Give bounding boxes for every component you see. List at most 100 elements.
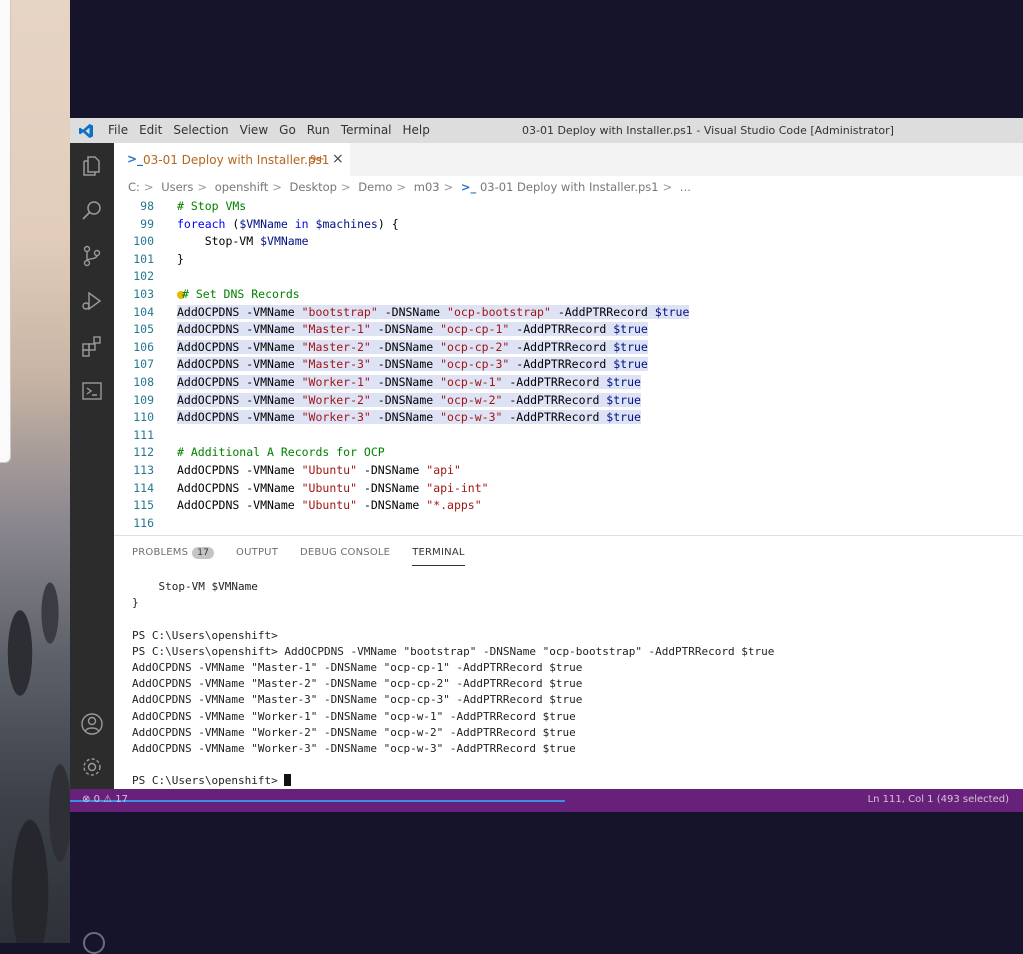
vscode-window: File Edit Selection View Go Run Terminal… [70, 118, 1023, 812]
code-line[interactable]: 112 # Additional A Records for OCP [114, 445, 1023, 463]
code-line[interactable]: 107 AddOCPDNS -VMName "Master-3" -DNSName… [114, 357, 1023, 375]
line-text: Stop-VM $VMName [177, 234, 309, 249]
terminal-line: } [132, 596, 139, 610]
panel-tabs: PROBLEMS 17 OUTPUT DEBUG CONSOLE TERMINAL [132, 547, 487, 566]
title-bar: File Edit Selection View Go Run Terminal… [70, 118, 1023, 143]
powershell-icon: >_ [127, 152, 144, 166]
terminal-line: AddOCPDNS -VMName "Master-3" -DNSName "o… [132, 693, 583, 707]
error-count: 0 [93, 794, 100, 805]
code-editor[interactable]: 98 # Stop VMs 99 foreach ($VMName in $machi… [114, 199, 1023, 549]
editor-tabs: >_ 03-01 Deploy with Installer.ps1 9+ × [114, 143, 1023, 176]
vscode-logo-icon [79, 124, 93, 138]
progress-bar [70, 800, 565, 802]
tab-output[interactable]: OUTPUT [236, 547, 278, 559]
tab-terminal[interactable]: TERMINAL [412, 547, 466, 566]
line-text: AddOCPDNS -VMName "bootstrap" -DNSName "… [177, 304, 690, 319]
settings-gear-icon[interactable] [80, 755, 104, 779]
breadcrumb-item[interactable]: openshift [215, 180, 269, 194]
line-number: 105 [133, 322, 154, 337]
run-debug-icon[interactable] [80, 289, 104, 313]
line-text: foreach ($VMName in $machines) { [177, 216, 399, 231]
code-line[interactable]: 99 foreach ($VMName in $machines) { [114, 217, 1023, 235]
explorer-icon[interactable] [80, 154, 104, 178]
terminal-line: PS C:\Users\openshift> AddOCPDNS -VMName… [132, 644, 775, 658]
code-line[interactable]: 114 AddOCPDNS -VMName "Ubuntu" -DNSName "… [114, 481, 1023, 499]
menu-selection[interactable]: Selection [173, 123, 228, 137]
line-text: AddOCPDNS -VMName "Ubuntu" -DNSName "*.a… [177, 498, 482, 513]
line-text: AddOCPDNS -VMName "Worker-3" -DNSName "o… [177, 410, 641, 425]
menu-file[interactable]: File [108, 123, 128, 137]
code-line[interactable]: 108 AddOCPDNS -VMName "Worker-1" -DNSName… [114, 375, 1023, 393]
warning-icon: ⚠ [103, 794, 113, 805]
cursor-position[interactable]: Ln 111, Col 1 (493 selected) [868, 794, 1009, 805]
code-line[interactable]: 109 AddOCPDNS -VMName "Worker-2" -DNSName… [114, 392, 1023, 411]
terminal-line: AddOCPDNS -VMName "Master-1" -DNSName "o… [132, 661, 583, 674]
window-title: 03-01 Deploy with Installer.ps1 - Visual… [522, 124, 894, 137]
close-icon[interactable]: × [332, 151, 344, 167]
breadcrumb-item[interactable]: C: [128, 180, 140, 194]
tab-label: 03-01 Deploy with Installer.ps1 [143, 153, 330, 167]
code-line[interactable]: 111 [114, 428, 1023, 446]
line-number: 104 [133, 304, 154, 319]
problems-status[interactable]: ⊗ 0 ⚠ 17 [82, 794, 128, 805]
code-line[interactable]: 100 Stop-VM $VMName [114, 234, 1023, 252]
menu-run[interactable]: Run [307, 123, 330, 137]
tab-deploy-script[interactable]: >_ 03-01 Deploy with Installer.ps1 9+ × [114, 143, 350, 176]
breadcrumb-item[interactable]: m03 [414, 180, 440, 194]
line-number: 108 [133, 375, 154, 389]
line-text: AddOCPDNS -VMName "Worker-2" -DNSName "o… [177, 392, 641, 407]
tab-problems-badge: 9+ [310, 154, 325, 165]
line-number: 110 [133, 410, 154, 425]
tab-problems[interactable]: PROBLEMS 17 [132, 547, 215, 559]
powershell-icon[interactable] [80, 379, 104, 403]
menu-help[interactable]: Help [403, 123, 430, 137]
code-line[interactable]: 105 AddOCPDNS -VMName "Master-1" -DNSName… [114, 322, 1023, 340]
code-line[interactable]: 110 AddOCPDNS -VMName "Worker-3" -DNSName… [114, 410, 1023, 428]
line-text: AddOCPDNS -VMName "Master-2" -DNSName "o… [177, 339, 648, 354]
code-line[interactable]: 101} [114, 252, 1023, 270]
code-line[interactable]: 102 [114, 269, 1023, 287]
breadcrumb-item[interactable]: Users [161, 180, 193, 194]
line-text: AddOCPDNS -VMName "Ubuntu" -DNSName "api… [177, 480, 489, 495]
terminal-line: AddOCPDNS -VMName "Worker-2" -DNSName "o… [132, 725, 576, 739]
breadcrumb-item[interactable]: 03-01 Deploy with Installer.ps1 [480, 180, 659, 194]
terminal-line: PS C:\Users\openshift> [132, 628, 278, 642]
code-line[interactable]: 113 AddOCPDNS -VMName "Ubuntu" -DNSName "… [114, 463, 1023, 481]
terminal-line: Stop-VM $VMName [132, 580, 258, 593]
menu-view[interactable]: View [240, 123, 268, 137]
terminal-line: AddOCPDNS -VMName "Worker-3" -DNSName "o… [132, 742, 576, 755]
warning-count: 17 [115, 794, 129, 805]
tab-debug-console[interactable]: DEBUG CONSOLE [300, 547, 390, 559]
code-line[interactable]: 104 AddOCPDNS -VMName "bootstrap" -DNSNam… [114, 304, 1023, 323]
code-line[interactable]: 98 # Stop VMs [114, 199, 1023, 217]
code-line[interactable]: 106 AddOCPDNS -VMName "Master-2" -DNSName… [114, 339, 1023, 358]
line-number: 111 [133, 427, 154, 442]
menu-terminal[interactable]: Terminal [341, 123, 392, 137]
problems-count-badge: 17 [192, 547, 215, 559]
line-number: 98 [140, 199, 154, 213]
line-text: AddOCPDNS -VMName "Worker-1" -DNSName "o… [177, 375, 641, 389]
code-line[interactable]: 103 # Set DNS Records [114, 287, 1023, 305]
line-number: 114 [133, 480, 154, 495]
menu-go[interactable]: Go [279, 123, 296, 137]
code-line[interactable]: 115 AddOCPDNS -VMName "Ubuntu" -DNSName "… [114, 498, 1023, 516]
terminal-line: PS C:\Users\openshift> [132, 774, 292, 790]
breadcrumb: C: > Users > openshift > Desktop > Demo > m03… [128, 180, 691, 194]
menu-edit[interactable]: Edit [139, 123, 162, 137]
breadcrumb-item[interactable]: Desktop [290, 180, 337, 194]
code-line[interactable]: 116 [114, 516, 1023, 534]
terminal-line: AddOCPDNS -VMName "Master-2" -DNSName "o… [132, 677, 583, 691]
line-number: 115 [133, 498, 154, 513]
search-icon[interactable] [80, 199, 104, 223]
line-number: 107 [133, 357, 154, 372]
extensions-icon[interactable] [80, 334, 104, 358]
breadcrumb-item[interactable]: ... [680, 180, 691, 194]
activity-bar [70, 143, 114, 789]
taskbar-icon[interactable] [83, 932, 105, 954]
account-icon[interactable] [80, 712, 104, 736]
source-control-icon[interactable] [80, 244, 104, 268]
breadcrumb-item[interactable]: Demo [358, 180, 392, 194]
line-text: # Stop VMs [177, 199, 247, 213]
powershell-icon: >_ [460, 180, 477, 194]
line-number: 102 [133, 269, 154, 284]
